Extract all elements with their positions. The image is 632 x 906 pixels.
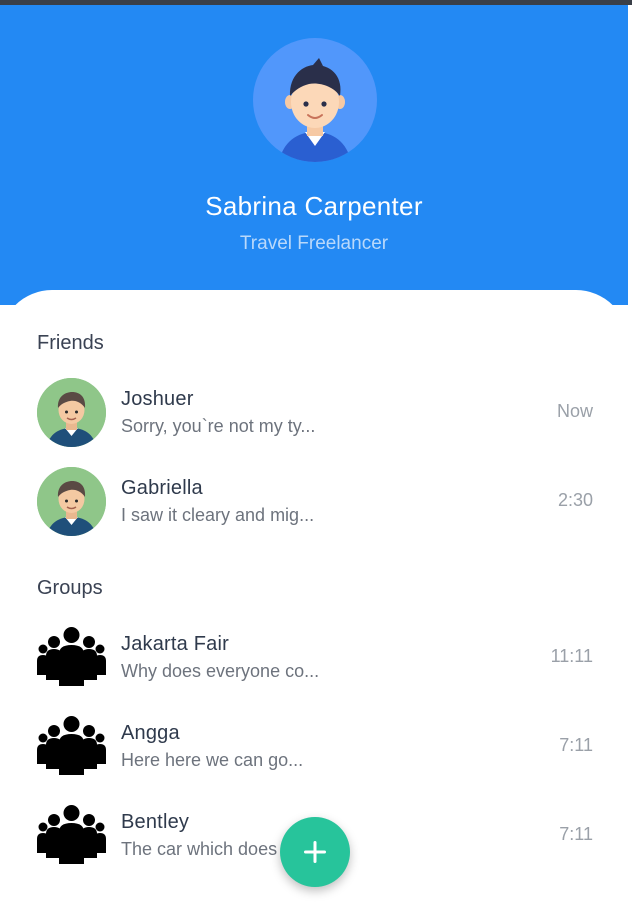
- person-avatar-icon: [37, 467, 106, 536]
- group-name: Jakarta Fair: [121, 633, 229, 655]
- profile-avatar[interactable]: [253, 38, 377, 162]
- groups-section-title: Groups: [37, 577, 103, 599]
- group-time: 11:11: [550, 646, 593, 666]
- group-row-angga[interactable]: Angga Here here we can go... 7:11: [37, 712, 593, 782]
- group-avatar: [37, 623, 106, 692]
- window-edge: [628, 5, 632, 906]
- plus-icon: [304, 841, 326, 863]
- friend-last-message: Sorry, you`re not my ty...: [121, 416, 316, 436]
- friend-time: Now: [556, 401, 593, 421]
- group-name: Bentley: [121, 811, 190, 833]
- friend-avatar: [37, 467, 106, 536]
- person-avatar-icon: [37, 378, 106, 447]
- friends-section-title: Friends: [37, 332, 104, 354]
- friend-row-gabriella[interactable]: Gabriella I saw it cleary and mig... 2:3…: [37, 467, 593, 537]
- profile-name: Sabrina Carpenter: [205, 191, 423, 221]
- group-last-message: Here here we can go...: [121, 750, 304, 770]
- group-row-jakarta-fair[interactable]: Jakarta Fair Why does everyone co... 11:…: [37, 623, 593, 693]
- group-people-icon: [37, 716, 106, 775]
- friend-name: Gabriella: [121, 477, 203, 499]
- user-avatar-icon: [279, 58, 351, 162]
- group-time: 7:11: [559, 735, 593, 755]
- group-avatar: [37, 712, 106, 781]
- friend-avatar: [37, 378, 106, 447]
- friend-last-message: I saw it cleary and mig...: [121, 505, 315, 525]
- friend-time: 2:30: [557, 490, 593, 510]
- new-chat-button[interactable]: [280, 817, 350, 887]
- profile-role: Travel Freelancer: [239, 233, 389, 254]
- group-time: 7:11: [559, 824, 593, 844]
- friend-row-joshuer[interactable]: Joshuer Sorry, you`re not my ty... Now: [37, 378, 593, 448]
- group-avatar: [37, 801, 106, 870]
- profile-header: Sabrina Carpenter Travel Freelancer: [0, 5, 628, 305]
- friend-name: Joshuer: [121, 388, 194, 410]
- group-name: Angga: [121, 722, 180, 744]
- group-last-message: Why does everyone co...: [121, 661, 320, 681]
- group-people-icon: [37, 805, 106, 864]
- group-people-icon: [37, 627, 106, 686]
